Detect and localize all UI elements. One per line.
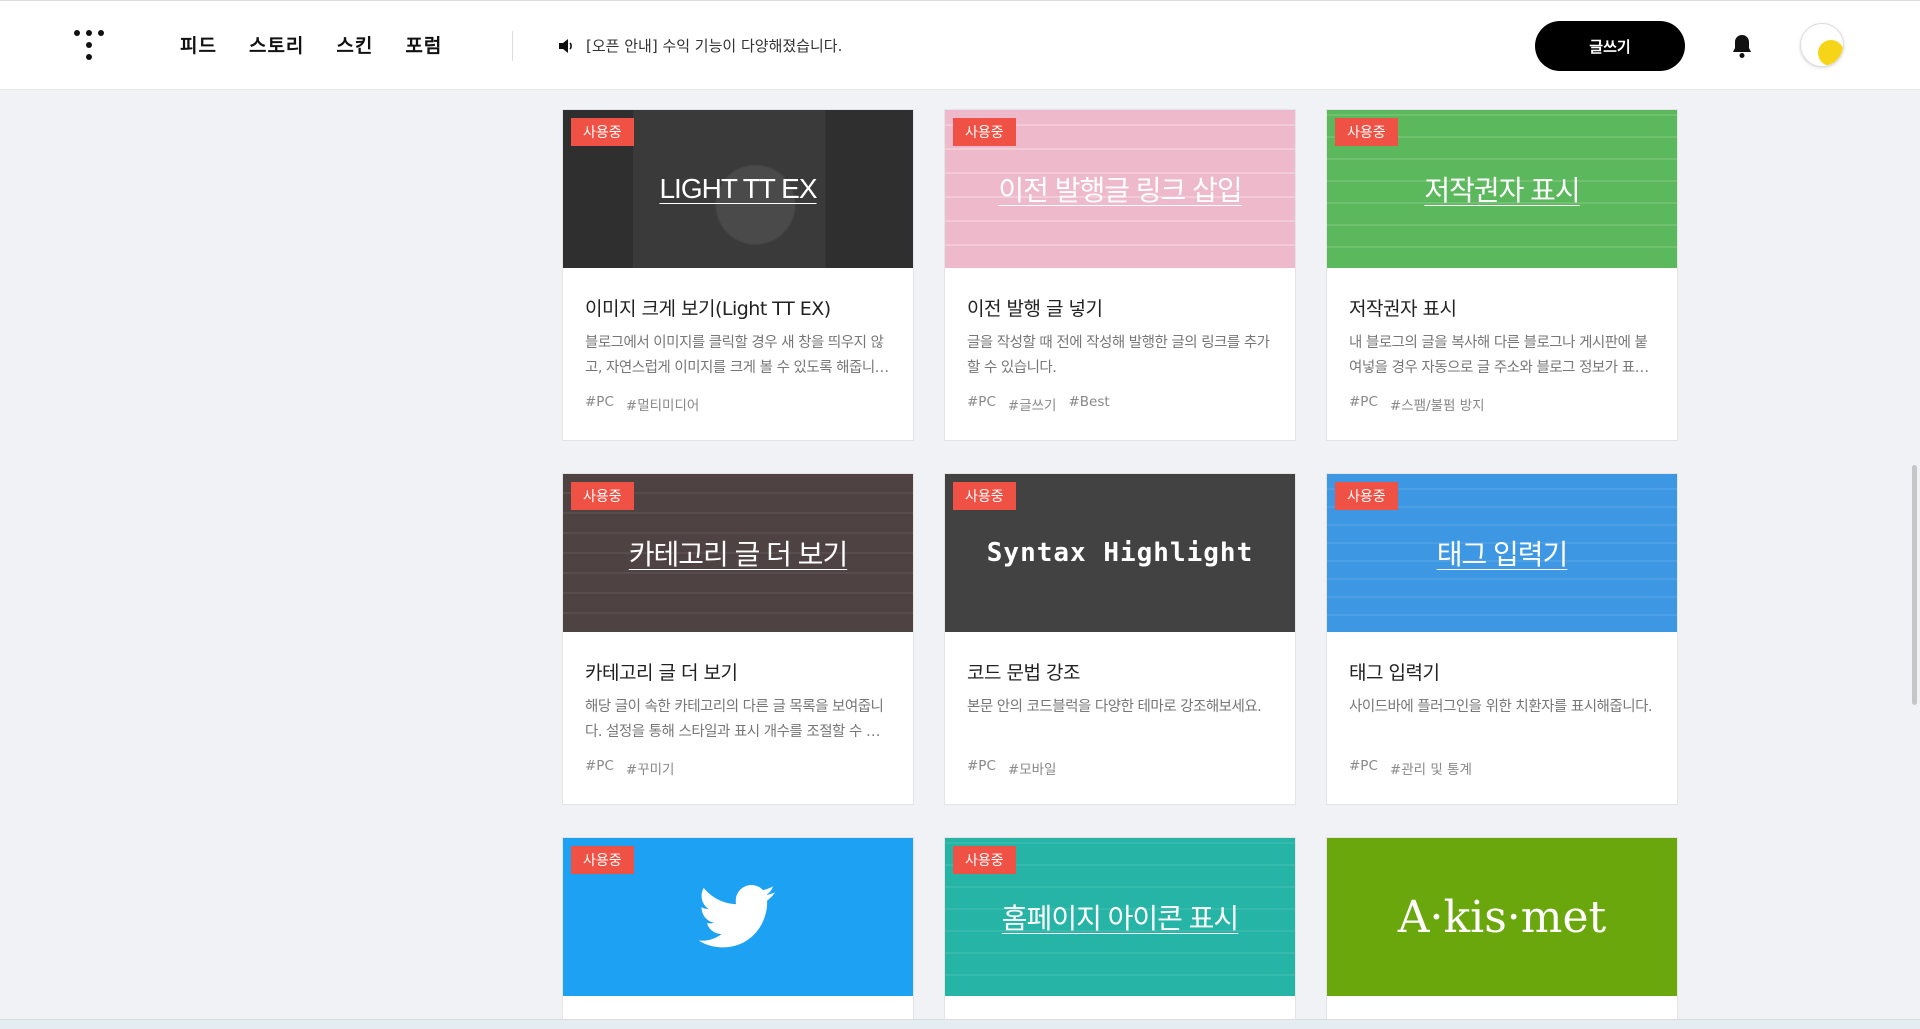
plugin-grid: 사용중 LIGHT TT EX 이미지 크게 보기(Light TT EX) 블… — [562, 109, 1680, 1029]
tag[interactable]: #PC — [967, 758, 996, 778]
thumbnail-title: A·kis·met — [1397, 891, 1607, 943]
plugin-description: 블로그에서 이미지를 클릭할 경우 새 창을 띄우지 않고, 자연스럽게 이미지… — [585, 335, 884, 376]
notice-text: [오픈 안내] 수익 기능이 다양해졌습니다. — [586, 37, 843, 55]
tag[interactable]: #PC — [1349, 758, 1378, 778]
tag[interactable]: #Best — [1068, 394, 1109, 414]
top-header: 피드 스토리 스킨 포럼 [오픈 안내] 수익 기능이 다양해졌습니다. 글쓰기 — [0, 0, 1920, 90]
bottom-strip — [0, 1019, 1920, 1029]
plugin-title: 이전 발행 글 넣기 — [967, 298, 1103, 320]
plugin-description: 글을 작성할 때 전에 작성해 발행한 글의 링크를 추가할 수 있습니다. — [967, 335, 1270, 376]
bell-icon[interactable] — [1730, 33, 1754, 59]
tag[interactable]: #PC — [585, 758, 614, 778]
in-use-badge: 사용중 — [1335, 118, 1398, 146]
write-button[interactable]: 글쓰기 — [1535, 21, 1685, 71]
tag[interactable]: #꾸미기 — [626, 758, 675, 778]
main-nav: 피드 스토리 스킨 포럼 — [180, 31, 442, 58]
header-divider — [512, 31, 513, 61]
notice-banner[interactable]: [오픈 안내] 수익 기능이 다양해졌습니다. — [556, 35, 842, 56]
nav-feed[interactable]: 피드 — [180, 31, 217, 58]
in-use-badge: 사용중 — [571, 482, 634, 510]
tag[interactable]: #관리 및 통계 — [1390, 758, 1472, 778]
thumbnail-title: 이전 발행글 링크 삽입 — [998, 175, 1242, 206]
plugin-description: 내 블로그의 글을 복사해 다른 블로그나 게시판에 붙여넣을 경우 자동으로 … — [1349, 335, 1648, 376]
plugin-title: 태그 입력기 — [1349, 662, 1440, 684]
plugin-tags: #PC #관리 및 통계 — [1349, 758, 1655, 778]
plugin-thumbnail: 사용중 — [563, 838, 913, 996]
tag[interactable]: #PC — [967, 394, 996, 414]
nav-story[interactable]: 스토리 — [249, 31, 304, 58]
plugin-description: 해당 글이 속한 카테고리의 다른 글 목록을 보여줍니다. 설정을 통해 스타… — [585, 699, 884, 740]
plugin-tags: #PC #멀티미디어 — [585, 394, 891, 414]
tag[interactable]: #PC — [585, 394, 614, 414]
plugin-card[interactable]: 사용중 LIGHT TT EX 이미지 크게 보기(Light TT EX) 블… — [562, 109, 914, 441]
tistory-logo-icon[interactable] — [74, 30, 108, 62]
plugin-thumbnail: A·kis·met — [1327, 838, 1677, 996]
in-use-badge: 사용중 — [953, 482, 1016, 510]
plugin-card[interactable]: 사용중 홈페이지 아이콘 표시 — [944, 837, 1296, 1029]
avatar[interactable] — [1800, 23, 1844, 67]
plugin-card[interactable]: 사용중 카테고리 글 더 보기 카테고리 글 더 보기 해당 글이 속한 카테고… — [562, 473, 914, 805]
tag[interactable]: #멀티미디어 — [626, 394, 699, 414]
twitter-bird-icon — [699, 885, 776, 948]
plugin-tags: #PC #글쓰기 #Best — [967, 394, 1273, 414]
avatar-moon-icon — [1818, 40, 1843, 66]
in-use-badge: 사용중 — [953, 846, 1016, 874]
plugin-thumbnail: 사용중 카테고리 글 더 보기 — [563, 474, 913, 632]
plugin-tags: #PC #모바일 — [967, 758, 1273, 778]
plugin-thumbnail: 사용중 저작권자 표시 — [1327, 110, 1677, 268]
tag[interactable]: #스팸/불펌 방지 — [1390, 394, 1485, 414]
speaker-icon — [559, 38, 572, 53]
thumbnail-title: 홈페이지 아이콘 표시 — [1001, 903, 1239, 934]
nav-forum[interactable]: 포럼 — [405, 31, 442, 58]
tag[interactable]: #PC — [1349, 394, 1378, 414]
plugin-thumbnail: 사용중 홈페이지 아이콘 표시 — [945, 838, 1295, 996]
thumbnail-title: 카테고리 글 더 보기 — [628, 539, 848, 570]
plugin-card[interactable]: A·kis·met — [1326, 837, 1678, 1029]
in-use-badge: 사용중 — [571, 118, 634, 146]
plugin-thumbnail: 사용중 LIGHT TT EX — [563, 110, 913, 268]
thumbnail-title: 저작권자 표시 — [1424, 175, 1580, 206]
plugin-title: 코드 문법 강조 — [967, 662, 1080, 684]
plugin-title: 카테고리 글 더 보기 — [585, 662, 738, 684]
page-scrollbar[interactable] — [1908, 90, 1920, 1029]
plugin-tags: #PC #스팸/불펌 방지 — [1349, 394, 1655, 414]
plugin-tags: #PC #꾸미기 — [585, 758, 891, 778]
plugin-card[interactable]: 사용중 Syntax Highlight 코드 문법 강조 본문 안의 코드블럭… — [944, 473, 1296, 805]
plugin-thumbnail: 사용중 태그 입력기 — [1327, 474, 1677, 632]
thumbnail-title: Syntax Highlight — [986, 538, 1254, 568]
in-use-badge: 사용중 — [571, 846, 634, 874]
thumbnail-title: LIGHT TT EX — [659, 173, 817, 204]
thumbnail-title: 태그 입력기 — [1436, 539, 1569, 570]
tag[interactable]: #모바일 — [1008, 758, 1057, 778]
plugin-thumbnail: 사용중 이전 발행글 링크 삽입 — [945, 110, 1295, 268]
nav-skin[interactable]: 스킨 — [336, 31, 373, 58]
scrollbar-thumb[interactable] — [1912, 465, 1917, 705]
tag[interactable]: #글쓰기 — [1008, 394, 1057, 414]
plugin-card[interactable]: 사용중 저작권자 표시 저작권자 표시 내 블로그의 글을 복사해 다른 블로그… — [1326, 109, 1678, 441]
in-use-badge: 사용중 — [953, 118, 1016, 146]
plugin-card[interactable]: 사용중 — [562, 837, 914, 1029]
plugin-description: 본문 안의 코드블럭을 다양한 테마로 강조해보세요. — [967, 699, 1262, 715]
plugin-description: 사이드바에 플러그인을 위한 치환자를 표시해줍니다. — [1349, 699, 1653, 715]
plugin-thumbnail: 사용중 Syntax Highlight — [945, 474, 1295, 632]
plugin-title: 저작권자 표시 — [1349, 298, 1457, 320]
plugin-title: 이미지 크게 보기(Light TT EX) — [585, 298, 831, 320]
plugin-card[interactable]: 사용중 이전 발행글 링크 삽입 이전 발행 글 넣기 글을 작성할 때 전에 … — [944, 109, 1296, 441]
plugin-card[interactable]: 사용중 태그 입력기 태그 입력기 사이드바에 플러그인을 위한 치환자를 표시… — [1326, 473, 1678, 805]
in-use-badge: 사용중 — [1335, 482, 1398, 510]
